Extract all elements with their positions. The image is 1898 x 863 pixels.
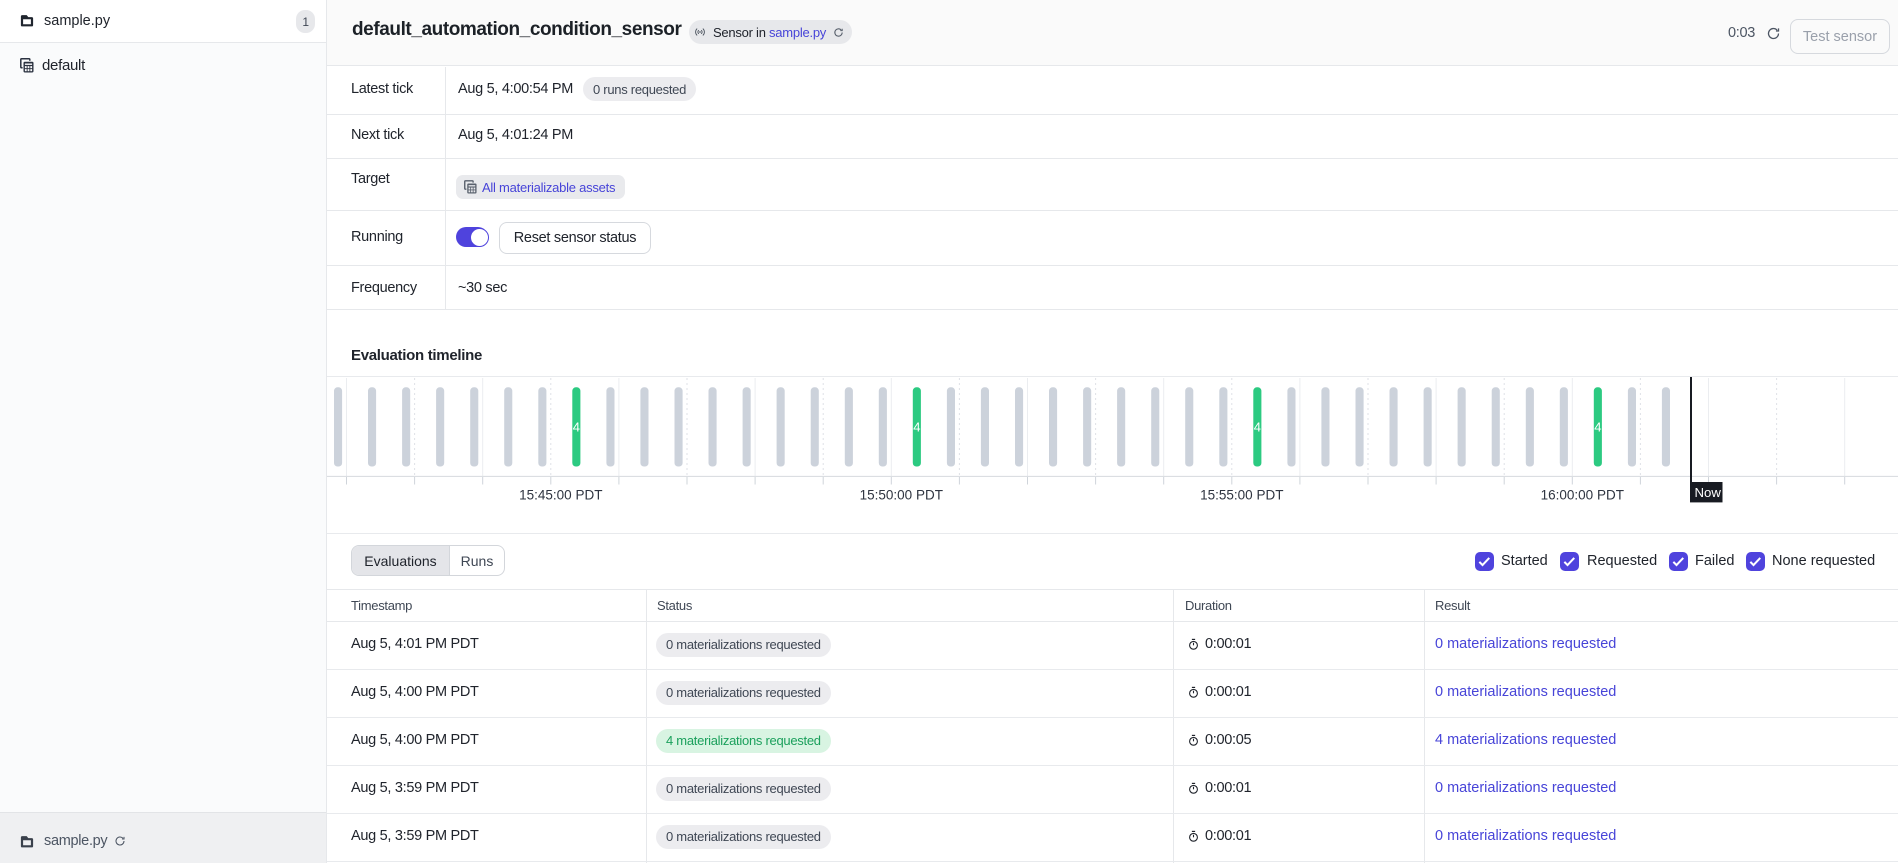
svg-text:4: 4 bbox=[573, 420, 580, 435]
svg-text:15:45:00 PDT: 15:45:00 PDT bbox=[519, 488, 602, 503]
svg-text:Now: Now bbox=[1695, 485, 1722, 500]
svg-text:4: 4 bbox=[1254, 420, 1261, 435]
svg-text:4: 4 bbox=[1594, 420, 1601, 435]
svg-text:16:00:00 PDT: 16:00:00 PDT bbox=[1541, 488, 1624, 503]
svg-text:15:55:00 PDT: 15:55:00 PDT bbox=[1200, 488, 1283, 503]
svg-text:4: 4 bbox=[913, 420, 920, 435]
svg-text:15:50:00 PDT: 15:50:00 PDT bbox=[860, 488, 943, 503]
